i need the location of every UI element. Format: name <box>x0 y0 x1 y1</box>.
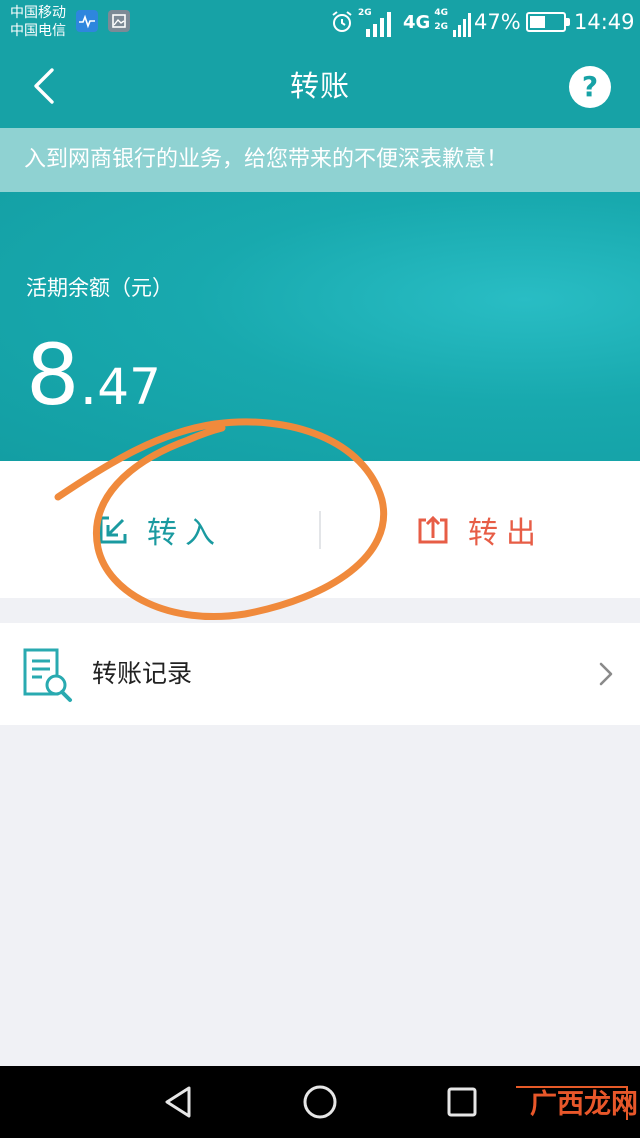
sim2-network-top: 4G <box>434 8 448 18</box>
sim2-signal: 4G 4G 2G <box>403 0 474 44</box>
carrier-2-label: 中国电信 <box>10 23 66 39</box>
transfer-out-icon <box>418 515 448 543</box>
signal-icon <box>366 12 391 37</box>
sim2-network-bottom: 2G <box>434 22 448 32</box>
nav-back-button[interactable] <box>142 1066 214 1138</box>
sim2-network-label: 4G <box>403 11 431 33</box>
nav-home-button[interactable] <box>284 1066 356 1138</box>
nav-back-icon <box>165 1086 191 1118</box>
nav-recent-apps-button[interactable] <box>426 1066 498 1138</box>
sim1-signal: 2G <box>358 0 392 44</box>
page-title: 转账 <box>289 69 350 103</box>
watermark: 广西龙网 <box>516 1080 638 1124</box>
navigation-bar: 广西龙网 <box>0 1066 640 1138</box>
balance-amount: 8.47 <box>26 330 161 432</box>
gallery-app-icon <box>108 10 130 32</box>
transfer-in-button[interactable]: 转入 <box>0 461 320 598</box>
back-button[interactable] <box>26 64 66 108</box>
transfer-actions: 转入 转出 <box>0 461 640 598</box>
chevron-right-icon <box>599 662 613 686</box>
transfer-in-icon <box>99 516 127 543</box>
transfer-out-label: 转出 <box>468 515 544 551</box>
status-bar: 中国移动 中国电信 2G 4G 4G 2G 47% 14:49 <box>0 0 640 44</box>
help-button[interactable]: ? <box>569 66 611 108</box>
balance-card: 活期余额（元） 8.47 <box>0 192 640 461</box>
transfer-out-button[interactable]: 转出 <box>320 461 640 598</box>
balance-integer: 8 <box>26 326 80 424</box>
health-app-icon <box>76 10 98 32</box>
document-search-icon <box>23 648 72 702</box>
header: 转账 ? <box>0 44 640 128</box>
transfer-record-label: 转账记录 <box>92 659 193 688</box>
help-icon: ? <box>581 70 599 103</box>
notice-bar: 入到网商银行的业务，给您带来的不便深表歉意！ <box>0 128 640 192</box>
watermark-text: 广西龙网 <box>530 1089 638 1120</box>
balance-fraction: 47 <box>97 358 161 416</box>
battery-percent: 47% <box>474 10 521 34</box>
transfer-in-label: 转入 <box>147 515 223 551</box>
chevron-left-icon <box>34 68 54 104</box>
battery-icon <box>526 0 570 44</box>
nav-home-icon <box>303 1085 337 1119</box>
balance-label: 活期余额（元） <box>26 276 173 300</box>
signal-icon <box>453 13 472 37</box>
transfer-record-row[interactable]: 转账记录 <box>0 623 640 725</box>
carrier-1-label: 中国移动 <box>10 5 66 21</box>
clock: 14:49 <box>574 10 635 34</box>
screen: 中国移动 中国电信 2G 4G 4G 2G 47% 14:49 转账 ? 入到网… <box>0 0 640 1138</box>
balance-decimal-point: . <box>79 353 98 418</box>
nav-recent-icon <box>447 1087 477 1117</box>
notice-text: 入到网商银行的业务，给您带来的不便深表歉意！ <box>24 147 509 172</box>
alarm-icon <box>330 0 354 44</box>
